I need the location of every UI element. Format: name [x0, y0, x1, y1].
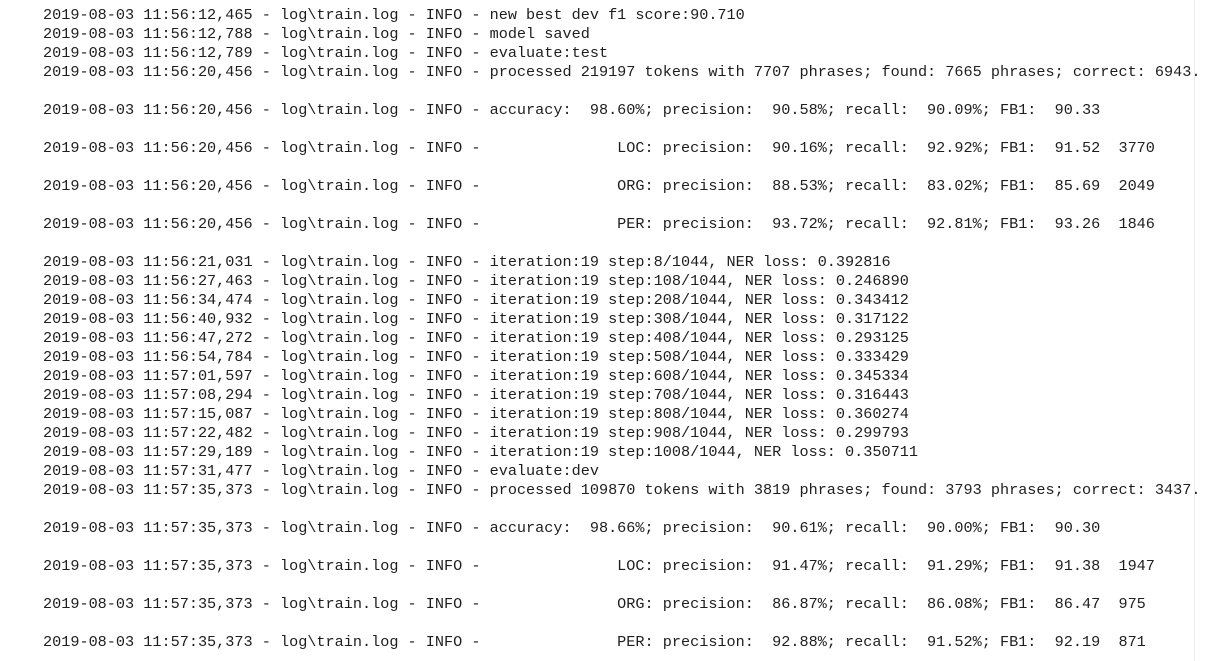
log-line: 2019-08-03 11:56:34,474 - log\train.log …	[43, 291, 909, 309]
log-line: 2019-08-03 11:57:31,477 - log\train.log …	[43, 462, 599, 480]
log-line: 2019-08-03 11:56:12,789 - log\train.log …	[43, 44, 609, 62]
log-line: 2019-08-03 11:56:47,272 - log\train.log …	[43, 329, 909, 347]
right-edge-divider	[1194, 0, 1195, 661]
log-line: 2019-08-03 11:57:22,482 - log\train.log …	[43, 424, 909, 442]
log-line: 2019-08-03 11:56:12,465 - log\train.log …	[43, 6, 745, 24]
log-line: 2019-08-03 11:56:54,784 - log\train.log …	[43, 348, 909, 366]
log-line: 2019-08-03 11:56:12,788 - log\train.log …	[43, 25, 590, 43]
log-line: 2019-08-03 11:56:40,932 - log\train.log …	[43, 310, 909, 328]
log-line: 2019-08-03 11:57:35,373 - log\train.log …	[43, 595, 1146, 613]
log-line: 2019-08-03 11:57:08,294 - log\train.log …	[43, 386, 909, 404]
log-line: 2019-08-03 11:57:35,373 - log\train.log …	[43, 633, 1146, 651]
log-line: 2019-08-03 11:56:20,456 - log\train.log …	[43, 177, 1155, 195]
log-line: 2019-08-03 11:56:20,456 - log\train.log …	[43, 139, 1155, 157]
log-line: 2019-08-03 11:57:29,189 - log\train.log …	[43, 443, 918, 461]
log-line: 2019-08-03 11:56:20,456 - log\train.log …	[43, 101, 1101, 119]
log-line: 2019-08-03 11:56:20,456 - log\train.log …	[43, 63, 1201, 81]
log-line: 2019-08-03 11:57:01,597 - log\train.log …	[43, 367, 909, 385]
log-line: 2019-08-03 11:56:21,031 - log\train.log …	[43, 253, 891, 271]
log-lines: 2019-08-03 11:56:12,465 - log\train.log …	[43, 6, 1200, 652]
log-viewer[interactable]: 2019-08-03 11:56:12,465 - log\train.log …	[0, 0, 1210, 661]
log-line: 2019-08-03 11:57:35,373 - log\train.log …	[43, 519, 1101, 537]
log-line: 2019-08-03 11:57:35,373 - log\train.log …	[43, 557, 1155, 575]
log-line: 2019-08-03 11:57:35,373 - log\train.log …	[43, 481, 1201, 499]
log-line: 2019-08-03 11:57:15,087 - log\train.log …	[43, 405, 909, 423]
log-line: 2019-08-03 11:56:27,463 - log\train.log …	[43, 272, 909, 290]
log-line: 2019-08-03 11:56:20,456 - log\train.log …	[43, 215, 1155, 233]
